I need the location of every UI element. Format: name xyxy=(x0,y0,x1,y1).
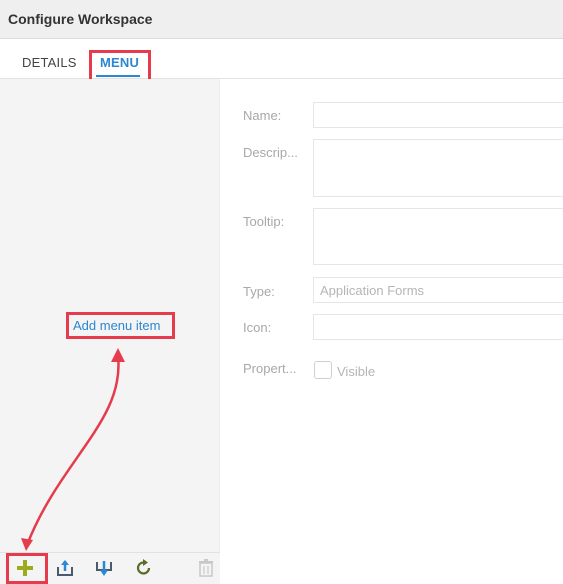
type-label: Type: xyxy=(243,284,275,299)
description-label: Descrip... xyxy=(243,145,298,160)
export-icon[interactable] xyxy=(55,558,75,578)
refresh-icon[interactable] xyxy=(134,558,154,578)
window-title: Configure Workspace xyxy=(8,11,153,27)
name-label: Name: xyxy=(243,108,282,123)
icon-field[interactable] xyxy=(313,314,563,340)
tooltip-field[interactable] xyxy=(313,208,563,265)
tab-bar: DETAILS MENU xyxy=(0,39,563,79)
import-icon[interactable] xyxy=(94,558,114,578)
visible-checkbox[interactable] xyxy=(314,361,332,379)
add-menu-item-link[interactable]: Add menu item xyxy=(73,318,160,333)
title-bar: Configure Workspace xyxy=(0,0,563,39)
tab-details[interactable]: DETAILS xyxy=(22,55,77,70)
name-field[interactable] xyxy=(313,102,563,128)
tab-menu[interactable]: MENU xyxy=(100,55,139,70)
description-field[interactable] xyxy=(313,139,563,197)
delete-icon[interactable] xyxy=(196,558,216,578)
tooltip-label: Tooltip: xyxy=(243,214,285,229)
properties-label: Propert... xyxy=(243,361,297,376)
active-tab-indicator xyxy=(96,75,140,77)
menu-toolbar xyxy=(0,552,220,584)
icon-label: Icon: xyxy=(243,320,272,335)
add-icon[interactable] xyxy=(15,558,35,578)
type-select[interactable]: Application Forms xyxy=(313,277,563,303)
visible-checkbox-label: Visible xyxy=(337,364,376,379)
